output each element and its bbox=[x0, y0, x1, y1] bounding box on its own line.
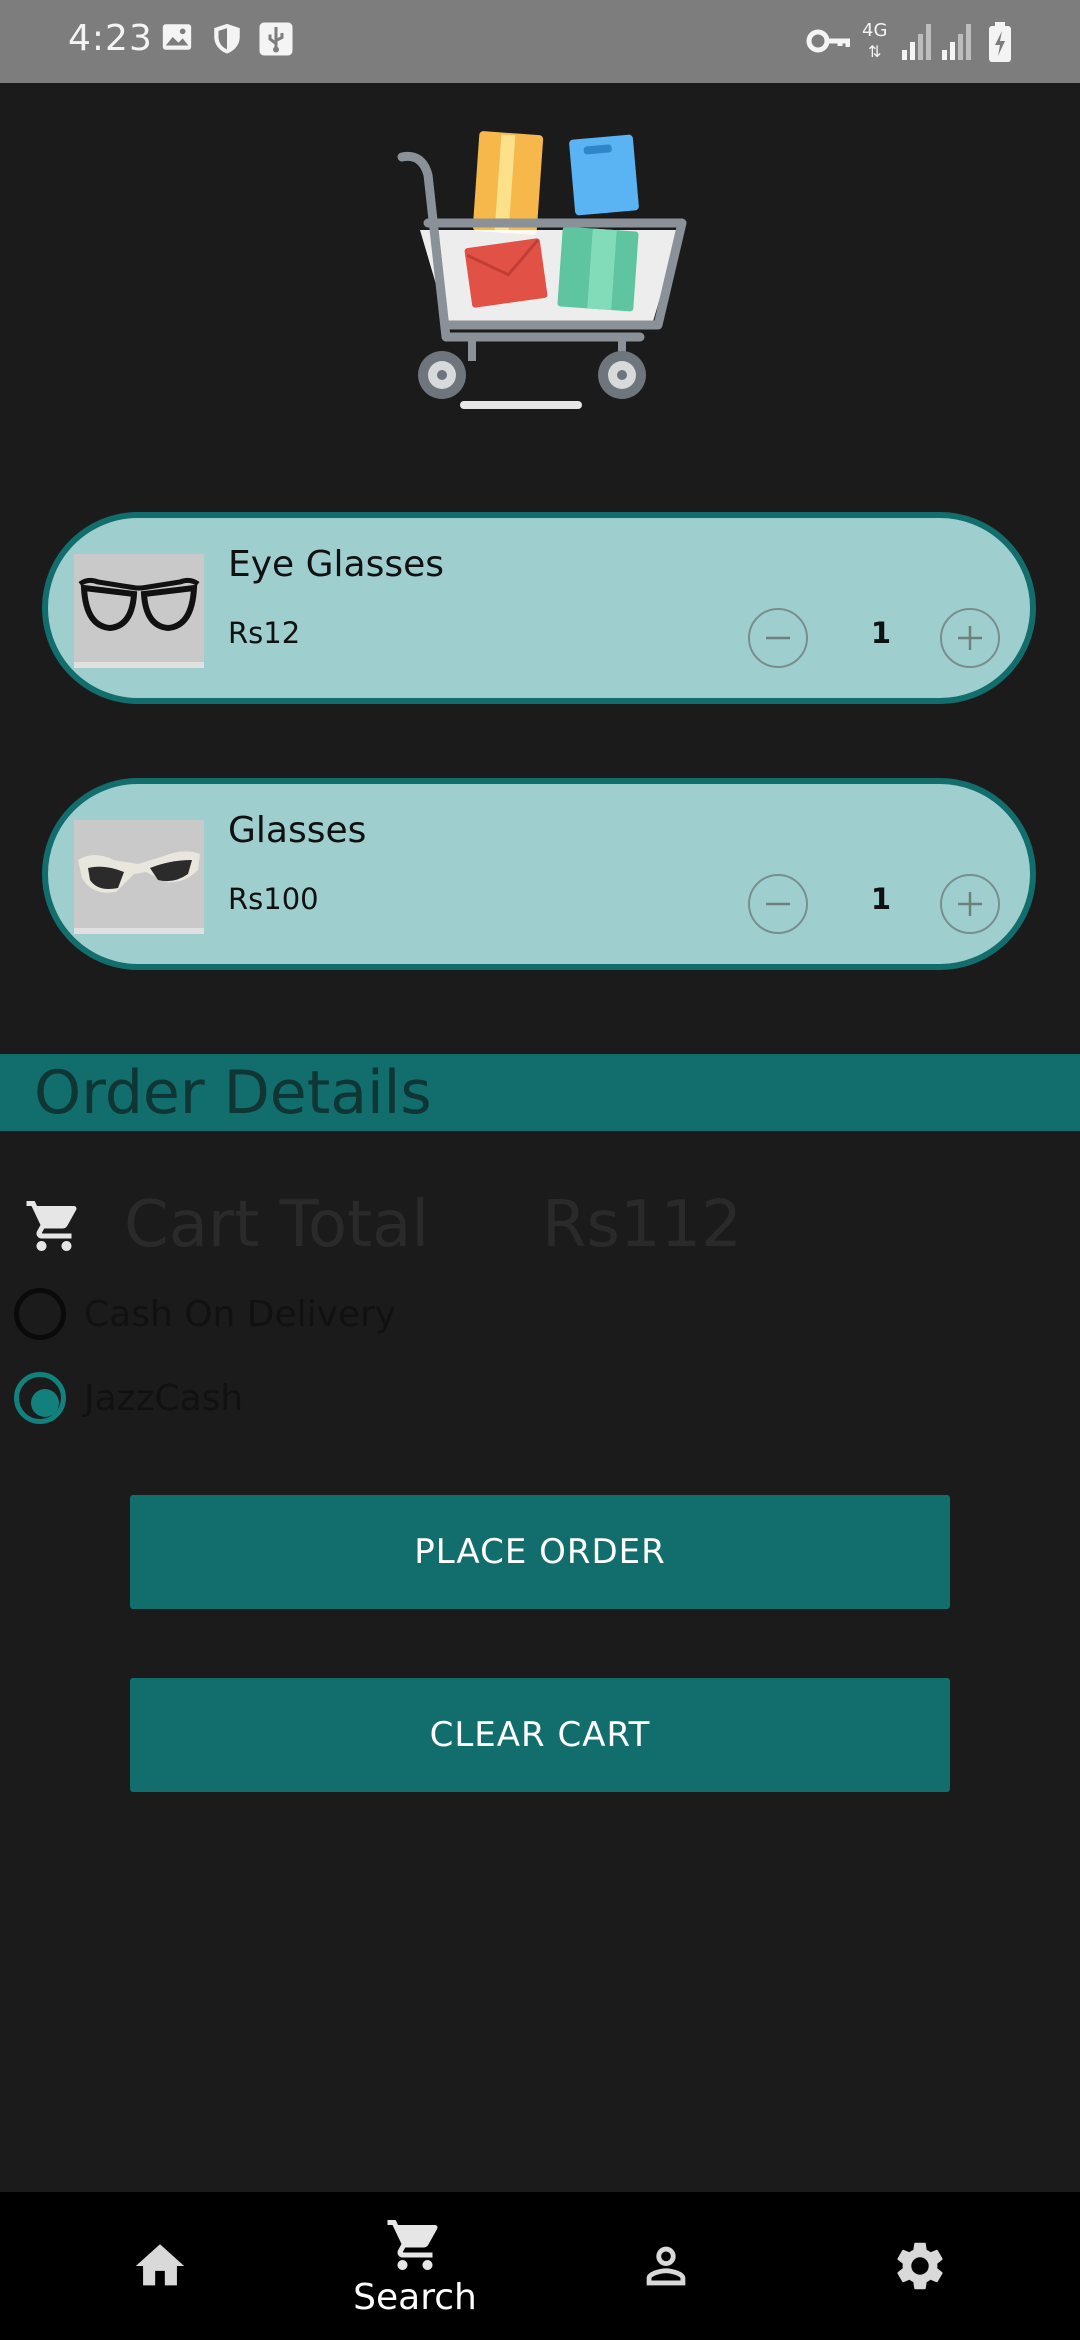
nav-item-home[interactable] bbox=[100, 2192, 220, 2340]
sunglasses-icon bbox=[78, 851, 200, 893]
increase-quantity-button[interactable] bbox=[940, 874, 1000, 934]
data-arrows-icon: ⇅ bbox=[868, 42, 882, 61]
order-details-title: Order Details bbox=[34, 1058, 432, 1128]
product-thumbnail bbox=[74, 554, 204, 668]
shield-icon bbox=[214, 23, 240, 54]
home-icon bbox=[135, 2244, 185, 2286]
signal-icon bbox=[902, 24, 931, 60]
clear-cart-button[interactable]: CLEAR CART bbox=[130, 1678, 950, 1792]
radio-button[interactable] bbox=[14, 1288, 66, 1340]
cart-item-price: Rs100 bbox=[228, 882, 319, 916]
minus-icon bbox=[766, 636, 790, 640]
cart-item-name: Glasses bbox=[228, 810, 367, 851]
network-type: 4G bbox=[862, 20, 888, 41]
vpn-key-icon bbox=[806, 29, 850, 53]
cart-item-quantity: 1 bbox=[870, 882, 892, 916]
decrease-quantity-button[interactable] bbox=[748, 608, 808, 668]
payment-option-label: Cash On Delivery bbox=[84, 1294, 397, 1335]
cart-total-value: Rs112 bbox=[542, 1188, 742, 1262]
cart-illustration-icon bbox=[397, 131, 687, 409]
gear-icon bbox=[897, 2242, 943, 2290]
nav-item-profile[interactable] bbox=[606, 2192, 726, 2340]
order-details-header: Order Details bbox=[0, 1054, 1080, 1131]
product-thumbnail bbox=[74, 820, 204, 934]
cart-item-card: Glasses Rs100 1 bbox=[42, 778, 1036, 970]
plus-icon bbox=[958, 892, 982, 916]
nav-label-search: Search bbox=[353, 2276, 477, 2318]
signal-icon-2 bbox=[942, 24, 971, 60]
status-time: 4:23 bbox=[68, 18, 153, 59]
cart-icon bbox=[387, 2219, 438, 2270]
radio-button-selected[interactable] bbox=[14, 1372, 66, 1424]
cart-icon bbox=[26, 1201, 77, 1251]
plus-icon bbox=[958, 626, 982, 650]
image-icon bbox=[162, 24, 192, 50]
cart-total-label: Cart Total bbox=[124, 1188, 430, 1262]
battery-icon bbox=[989, 22, 1011, 62]
bottom-navigation: Search bbox=[0, 2192, 1080, 2340]
minus-icon bbox=[766, 902, 790, 906]
cart-item-quantity: 1 bbox=[870, 616, 892, 650]
nav-item-search[interactable]: Search bbox=[330, 2192, 500, 2340]
radio-dot bbox=[31, 1389, 59, 1417]
usb-icon bbox=[259, 22, 293, 56]
cart-item-price: Rs12 bbox=[228, 616, 301, 650]
eyeglasses-icon bbox=[78, 577, 200, 632]
place-order-button[interactable]: PLACE ORDER bbox=[130, 1495, 950, 1609]
person-icon bbox=[646, 2246, 686, 2286]
cart-item-name: Eye Glasses bbox=[228, 544, 445, 585]
decrease-quantity-button[interactable] bbox=[748, 874, 808, 934]
cart-item-card: Eye Glasses Rs12 1 bbox=[42, 512, 1036, 704]
increase-quantity-button[interactable] bbox=[940, 608, 1000, 668]
status-bar: 4:23 4G ⇅ bbox=[0, 0, 1080, 83]
nav-item-settings[interactable] bbox=[860, 2192, 980, 2340]
payment-option-label: JazzCash bbox=[84, 1378, 244, 1419]
